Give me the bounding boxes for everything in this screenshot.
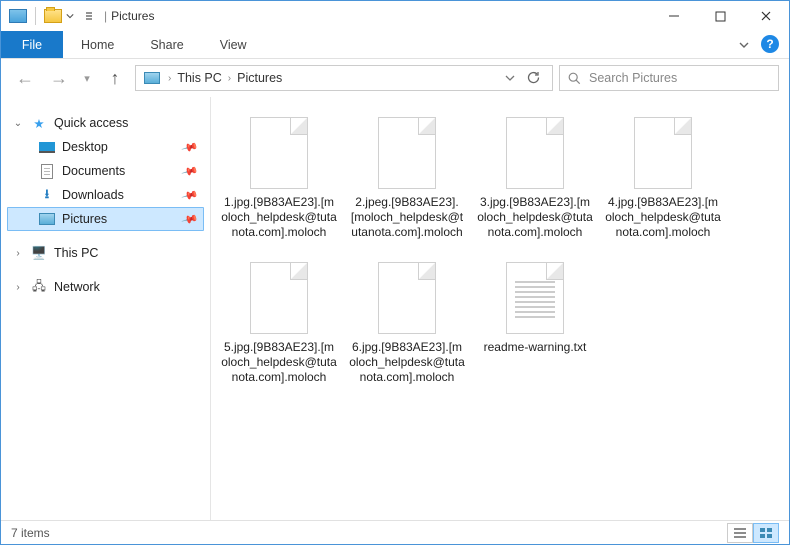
file-item[interactable]: 2.jpeg.[9B83AE23].[moloch_helpdesk@tutan… [347,109,467,248]
details-view-button[interactable] [727,523,753,543]
file-name-label: 5.jpg.[9B83AE23].[moloch_helpdesk@tutano… [221,340,337,385]
network-node[interactable]: › 🖧 Network [7,275,204,299]
file-name-label: readme-warning.txt [484,340,587,355]
breadcrumb-chevron-icon[interactable]: › [224,73,235,84]
this-pc-node[interactable]: › 🖥️ This PC [7,241,204,265]
search-icon [568,72,581,85]
generic-file-icon [378,117,436,189]
file-list-pane[interactable]: 1.jpg.[9B83AE23].[moloch_helpdesk@tutano… [211,97,789,520]
address-dropdown-icon[interactable] [504,72,516,84]
tab-home[interactable]: Home [63,31,132,58]
pin-icon: 📌 [181,186,199,204]
title-separator: | [104,9,107,23]
quick-access-toolbar: | Pictures [1,7,154,25]
tab-share[interactable]: Share [132,31,201,58]
item-count: 7 items [11,526,50,540]
expand-icon[interactable]: › [12,248,24,259]
pc-icon: 🖥️ [30,246,48,261]
sidebar-item-label: Downloads [62,188,124,202]
file-tab[interactable]: File [1,31,63,58]
view-switcher [727,523,779,543]
desktop-icon [39,142,55,153]
search-input[interactable]: Search Pictures [559,65,779,91]
file-item[interactable]: 1.jpg.[9B83AE23].[moloch_helpdesk@tutano… [219,109,339,248]
maximize-button[interactable] [697,1,743,31]
explorer-app-icon [9,9,27,23]
window-title: | Pictures [104,9,154,23]
breadcrumb-root-chevron[interactable]: › [164,73,175,84]
network-icon: 🖧 [30,277,48,298]
sidebar-item-label: Documents [62,164,125,178]
ribbon-expand-button[interactable] [731,31,757,58]
address-toolbar: ← → ▾ ↑ › This PC › Pictures Search Pict… [1,59,789,97]
file-item[interactable]: readme-warning.txt [475,254,595,393]
file-item[interactable]: 6.jpg.[9B83AE23].[moloch_helpdesk@tutano… [347,254,467,393]
quick-access-label: Quick access [54,116,128,130]
sidebar-item-desktop[interactable]: Desktop 📌 [7,135,204,159]
file-name-label: 2.jpeg.[9B83AE23].[moloch_helpdesk@tutan… [349,195,465,240]
back-button[interactable]: ← [11,64,39,92]
pictures-icon [39,213,55,225]
tab-home-label: Home [81,38,114,52]
large-icons-view-button[interactable] [753,523,779,543]
main-area: ⌄ ★ Quick access Desktop 📌 Documents 📌 ⭳… [1,97,789,520]
file-name-label: 1.jpg.[9B83AE23].[moloch_helpdesk@tutano… [221,195,337,240]
recent-locations-button[interactable]: ▾ [79,64,95,92]
file-item[interactable]: 4.jpg.[9B83AE23].[moloch_helpdesk@tutano… [603,109,723,248]
title-bar: | Pictures [1,1,789,31]
window-controls [651,1,789,31]
file-tab-label: File [22,38,42,52]
close-button[interactable] [743,1,789,31]
sidebar-item-pictures[interactable]: Pictures 📌 [7,207,204,231]
pictures-icon [144,72,160,84]
file-name-label: 6.jpg.[9B83AE23].[moloch_helpdesk@tutano… [349,340,465,385]
downloads-icon: ⭳ [38,185,56,206]
breadcrumb-pictures[interactable]: Pictures [235,71,284,85]
help-button[interactable]: ? [761,35,779,53]
generic-file-icon [250,262,308,334]
file-item[interactable]: 3.jpg.[9B83AE23].[moloch_helpdesk@tutano… [475,109,595,248]
sidebar-item-label: Pictures [62,212,107,226]
qat-dropdown-icon[interactable] [66,12,74,20]
pin-icon: 📌 [181,138,199,156]
address-bar[interactable]: › This PC › Pictures [135,65,553,91]
tab-share-label: Share [150,38,183,52]
text-file-icon [506,262,564,334]
documents-icon [41,164,53,179]
file-item[interactable]: 5.jpg.[9B83AE23].[moloch_helpdesk@tutano… [219,254,339,393]
qat-separator [35,7,36,25]
this-pc-label: This PC [54,246,98,260]
file-name-label: 4.jpg.[9B83AE23].[moloch_helpdesk@tutano… [605,195,721,240]
refresh-icon[interactable] [526,71,540,85]
star-icon: ★ [30,116,48,131]
folder-icon[interactable] [44,9,62,23]
generic-file-icon [250,117,308,189]
pin-icon: 📌 [181,162,199,180]
generic-file-icon [506,117,564,189]
collapse-icon[interactable]: ⌄ [12,118,24,129]
tab-view[interactable]: View [202,31,265,58]
pin-icon: 📌 [181,210,199,228]
up-button[interactable]: ↑ [101,64,129,92]
sidebar-item-downloads[interactable]: ⭳ Downloads 📌 [7,183,204,207]
expand-icon[interactable]: › [12,282,24,293]
window-title-text: Pictures [111,9,154,23]
search-placeholder: Search Pictures [589,71,677,85]
file-name-label: 3.jpg.[9B83AE23].[moloch_helpdesk@tutano… [477,195,593,240]
file-grid: 1.jpg.[9B83AE23].[moloch_helpdesk@tutano… [219,109,781,393]
network-label: Network [54,280,100,294]
sidebar-item-label: Desktop [62,140,108,154]
breadcrumb-this-pc[interactable]: This PC [175,71,223,85]
minimize-button[interactable] [651,1,697,31]
forward-button[interactable]: → [45,64,73,92]
ribbon: File Home Share View ? [1,31,789,59]
status-bar: 7 items [1,520,789,544]
tab-view-label: View [220,38,247,52]
navigation-pane: ⌄ ★ Quick access Desktop 📌 Documents 📌 ⭳… [1,97,211,520]
sidebar-item-documents[interactable]: Documents 📌 [7,159,204,183]
qat-customize-icon[interactable] [84,11,94,21]
generic-file-icon [634,117,692,189]
generic-file-icon [378,262,436,334]
quick-access-node[interactable]: ⌄ ★ Quick access [7,111,204,135]
